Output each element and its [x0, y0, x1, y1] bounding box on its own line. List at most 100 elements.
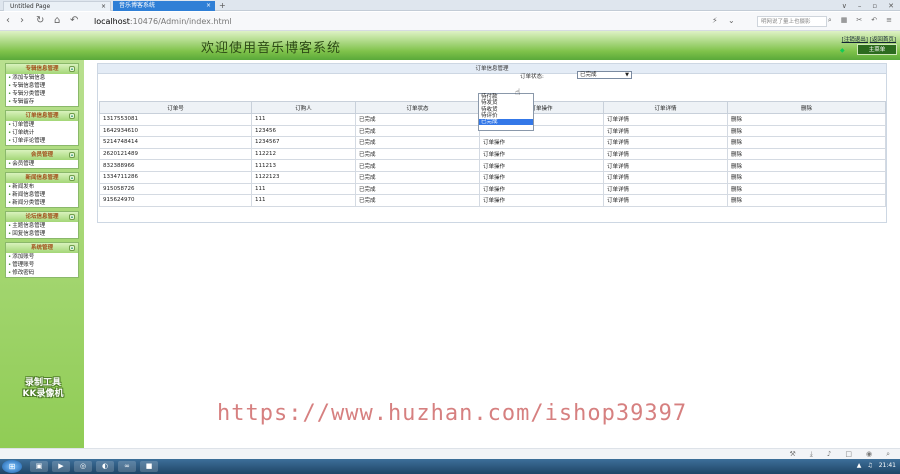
main-menu-button[interactable]: 主菜单 — [857, 44, 897, 55]
forward-icon[interactable]: › — [20, 15, 24, 27]
sidebar-item-manage-account[interactable]: 管理账号 — [6, 261, 78, 269]
start-button[interactable]: ⊞ — [2, 460, 22, 473]
sidebar-group-header[interactable]: 会员管理 ▴ — [6, 150, 78, 160]
order-action-link[interactable]: 订单操作 — [479, 147, 604, 161]
order-action-link[interactable]: 订单操作 — [479, 170, 604, 184]
order-id-cell: 2620121489 — [99, 147, 252, 161]
zoom-icon[interactable]: ⌕ — [886, 450, 890, 459]
lightning-icon[interactable]: ⚡ — [712, 15, 718, 27]
browser-tab-music-blog[interactable]: 音乐博客系统 × — [113, 1, 215, 11]
close-tab-icon[interactable]: × — [206, 1, 211, 11]
sidebar-group-header[interactable]: 系统管理 ▴ — [6, 243, 78, 253]
sidebar-item-news-category[interactable]: 新闻分类管理 — [6, 199, 78, 207]
sidebar-item-member-manage[interactable]: 会员管理 — [6, 160, 78, 168]
taskbar-browser-icon[interactable]: ◎ — [74, 461, 92, 472]
delete-link[interactable]: 删除 — [727, 147, 886, 161]
sidebar-group-header[interactable]: 订单信息管理 ▴ — [6, 111, 78, 121]
undo-arrow-icon[interactable]: ↶ — [871, 16, 877, 25]
logout-link[interactable]: [注销退出] — [842, 37, 868, 43]
delete-link[interactable]: 删除 — [727, 170, 886, 184]
taskbar-vs-icon[interactable]: ∞ — [118, 461, 136, 472]
order-status-select[interactable]: 已完成 ▼ — [577, 71, 632, 79]
chevron-down-icon[interactable]: ⌄ — [728, 15, 735, 27]
taskbar-media-icon[interactable]: ▶ — [52, 461, 70, 472]
tray-clock[interactable]: 21:41 — [879, 462, 896, 469]
order-detail-link[interactable]: 订单详情 — [603, 124, 728, 138]
sidebar-item-reply-manage[interactable]: 回复信息管理 — [6, 230, 78, 238]
broom-icon[interactable]: ⚒ — [789, 450, 795, 459]
window-icon[interactable]: □ — [845, 450, 852, 459]
collapse-icon[interactable]: ▴ — [69, 152, 75, 158]
browser-search-input[interactable]: 明网说了量上也摄影 — [757, 16, 827, 27]
close-tab-icon[interactable]: × — [101, 2, 106, 11]
collapse-icon[interactable]: ▴ — [69, 113, 75, 119]
order-action-link[interactable]: 订单操作 — [479, 159, 604, 172]
sidebar-group-header[interactable]: 新闻信息管理 ▴ — [6, 173, 78, 183]
speaker-icon[interactable]: ♪ — [827, 450, 831, 459]
tray-volume-icon[interactable]: ♫ — [867, 462, 872, 469]
tray-network-icon[interactable]: ▲ — [857, 462, 862, 469]
home-link[interactable]: [返回首页] — [870, 37, 896, 43]
sidebar-item-album-category[interactable]: 专辑分类管理 — [6, 90, 78, 98]
sidebar-group-header[interactable]: 专辑信息管理 ▴ — [6, 64, 78, 74]
search-icon[interactable]: ⌕ — [828, 16, 832, 25]
sidebar-group-order: 订单信息管理 ▴ 订单管理 订单统计 订单评论管理 — [5, 110, 79, 146]
sidebar-group-title: 会员管理 — [30, 152, 53, 158]
order-detail-link[interactable]: 订单详情 — [603, 159, 728, 172]
url-field[interactable]: localhost:10476/Admin/index.html — [94, 16, 734, 28]
order-detail-link[interactable]: 订单详情 — [603, 147, 728, 161]
sidebar-item-news-manage[interactable]: 新闻信息管理 — [6, 191, 78, 199]
close-window-button[interactable]: ✕ — [888, 1, 894, 11]
reload-icon[interactable]: ↻ — [36, 15, 44, 27]
delete-link[interactable]: 删除 — [727, 113, 886, 126]
taskbar-explorer-icon[interactable]: ▣ — [30, 461, 48, 472]
order-detail-link[interactable]: 订单详情 — [603, 182, 728, 196]
column-header: 订购人 — [251, 101, 356, 114]
home-icon[interactable]: ⌂ — [54, 15, 60, 27]
sidebar-group-title: 新闻信息管理 — [25, 175, 59, 181]
order-detail-link[interactable]: 订单详情 — [603, 113, 728, 126]
new-tab-button[interactable]: + — [219, 1, 226, 11]
taskbar-chrome-icon[interactable]: ◐ — [96, 461, 114, 472]
sidebar-item-news-publish[interactable]: 新闻发布 — [6, 183, 78, 191]
menu-icon[interactable]: ≡ — [886, 16, 892, 25]
browser-tab-untitled[interactable]: Untitled Page × — [3, 1, 111, 11]
apps-icon[interactable]: ▦ — [841, 16, 848, 25]
order-action-link[interactable]: 订单操作 — [479, 182, 604, 196]
taskbar-recorder-icon[interactable]: ■ — [140, 461, 158, 472]
sidebar-item-add-album[interactable]: 添加专辑信息 — [6, 74, 78, 82]
collapse-icon[interactable]: ∨ — [842, 1, 847, 11]
sidebar-item-add-account[interactable]: 添加账号 — [6, 253, 78, 261]
undo-icon[interactable]: ↶ — [70, 15, 78, 27]
delete-link[interactable]: 删除 — [727, 136, 886, 149]
delete-link[interactable]: 删除 — [727, 124, 886, 138]
delete-link[interactable]: 删除 — [727, 159, 886, 172]
collapse-icon[interactable]: ▴ — [69, 214, 75, 220]
sidebar-item-order-comments[interactable]: 订单评论管理 — [6, 137, 78, 145]
sidebar-item-topic-manage[interactable]: 主题信息管理 — [6, 222, 78, 230]
sidebar-item-album-keep[interactable]: 专辑留存 — [6, 98, 78, 106]
delete-link[interactable]: 删除 — [727, 194, 886, 207]
order-detail-link[interactable]: 订单详情 — [603, 170, 728, 184]
collapse-icon[interactable]: ▴ — [69, 245, 75, 251]
sidebar-item-order-manage[interactable]: 订单管理 — [6, 121, 78, 129]
download-icon[interactable]: ⤓ — [810, 450, 813, 459]
order-action-link[interactable]: 订单操作 — [479, 136, 604, 149]
sidebar-item-order-stats[interactable]: 订单统计 — [6, 129, 78, 137]
back-icon[interactable]: ‹ — [6, 15, 10, 27]
scissors-icon[interactable]: ✂ — [856, 16, 862, 25]
dropdown-option[interactable]: 已完成 — [479, 119, 533, 126]
maximize-button[interactable]: ▫ — [872, 1, 877, 11]
order-action-link[interactable]: 订单操作 — [479, 194, 604, 207]
collapse-icon[interactable]: ▴ — [69, 66, 75, 72]
camera-icon[interactable]: ◉ — [866, 450, 872, 459]
minimize-button[interactable]: – — [858, 1, 862, 11]
order-status-cell: 已完成 — [355, 124, 480, 138]
sidebar-item-change-password[interactable]: 修改密码 — [6, 269, 78, 277]
order-detail-link[interactable]: 订单详情 — [603, 194, 728, 207]
delete-link[interactable]: 删除 — [727, 182, 886, 196]
order-detail-link[interactable]: 订单详情 — [603, 136, 728, 149]
sidebar-item-album-manage[interactable]: 专辑信息管理 — [6, 82, 78, 90]
sidebar-group-header[interactable]: 论坛信息管理 ▴ — [6, 212, 78, 222]
collapse-icon[interactable]: ▴ — [69, 175, 75, 181]
